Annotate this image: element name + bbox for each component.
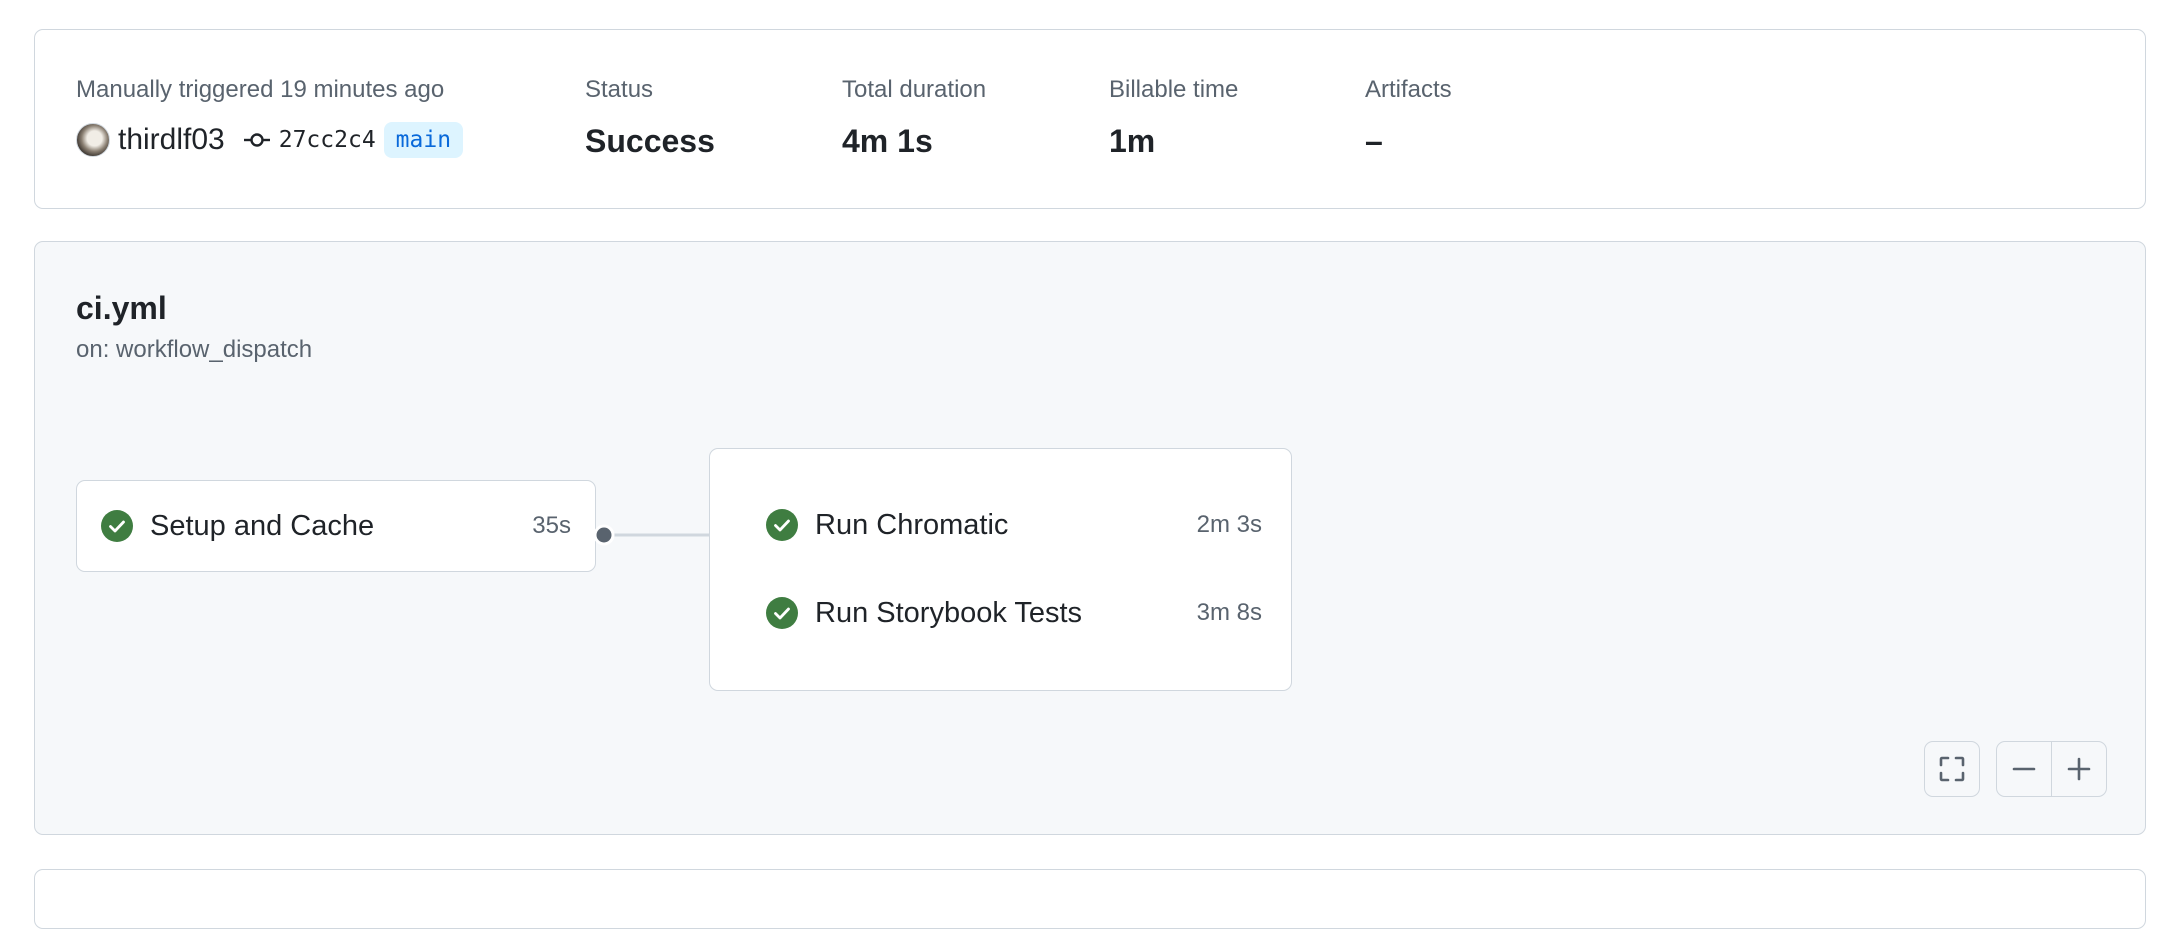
total-duration-value: 4m 1s [842,123,933,159]
workflow-file-title[interactable]: ci.yml [76,288,167,328]
plus-icon [2067,757,2091,781]
workflow-graph-card: ci.yml on: workflow_dispatch Setup and C… [34,241,2146,835]
status-value: Success [585,123,715,159]
job-name[interactable]: Setup and Cache [150,510,374,543]
zoom-out-button[interactable] [1997,742,2051,796]
minus-icon [2012,767,2036,771]
artifacts-value: – [1365,123,1383,159]
trigger-info: Manually triggered 19 minutes ago thirdl… [76,74,464,162]
artifacts-column: Artifacts – [1365,74,1452,162]
workflow-trigger: on: workflow_dispatch [76,336,313,363]
artifacts-label: Artifacts [1365,76,1452,103]
job-setup-and-cache[interactable]: Setup and Cache 35s [76,480,596,572]
job-duration: 2m 3s [1196,511,1262,538]
avatar[interactable] [76,123,110,157]
job-duration: 35s [532,512,571,539]
fullscreen-button[interactable] [1924,741,1980,797]
commit-sha-link[interactable]: 27cc2c4 [279,127,376,153]
success-check-icon [766,509,798,541]
status-column: Status Success [585,74,715,162]
run-summary-card: Manually triggered 19 minutes ago thirdl… [34,29,2146,209]
trigger-label: Manually triggered 19 minutes ago [76,76,445,103]
total-duration-label: Total duration [842,76,987,103]
billable-time-label: Billable time [1109,76,1239,103]
zoom-in-button[interactable] [2051,742,2106,796]
billable-time-column: Billable time 1m [1109,74,1238,162]
billable-time-value: 1m [1109,123,1156,159]
job-duration: 3m 8s [1196,599,1262,626]
job-group: Run Chromatic 2m 3s Run Storybook Tests … [709,448,1292,691]
trigger-details: thirdlf03 27cc2c4 main [76,118,464,162]
status-label: Status [585,76,654,103]
job-name[interactable]: Run Chromatic [815,509,1008,542]
job-run-chromatic[interactable]: Run Chromatic 2m 3s [766,505,1262,545]
git-commit-icon [243,133,270,147]
job-name[interactable]: Run Storybook Tests [815,597,1082,630]
zoom-controls [1996,741,2107,797]
job-row[interactable]: Setup and Cache 35s [101,506,595,546]
total-duration-column: Total duration 4m 1s [842,74,986,162]
actor-link[interactable]: thirdlf03 [118,123,225,157]
job-run-storybook-tests[interactable]: Run Storybook Tests 3m 8s [766,593,1262,633]
branch-badge[interactable]: main [383,122,464,158]
success-check-icon [101,510,133,542]
success-check-icon [766,597,798,629]
next-section-card [34,869,2146,929]
fullscreen-icon [1939,756,1965,782]
